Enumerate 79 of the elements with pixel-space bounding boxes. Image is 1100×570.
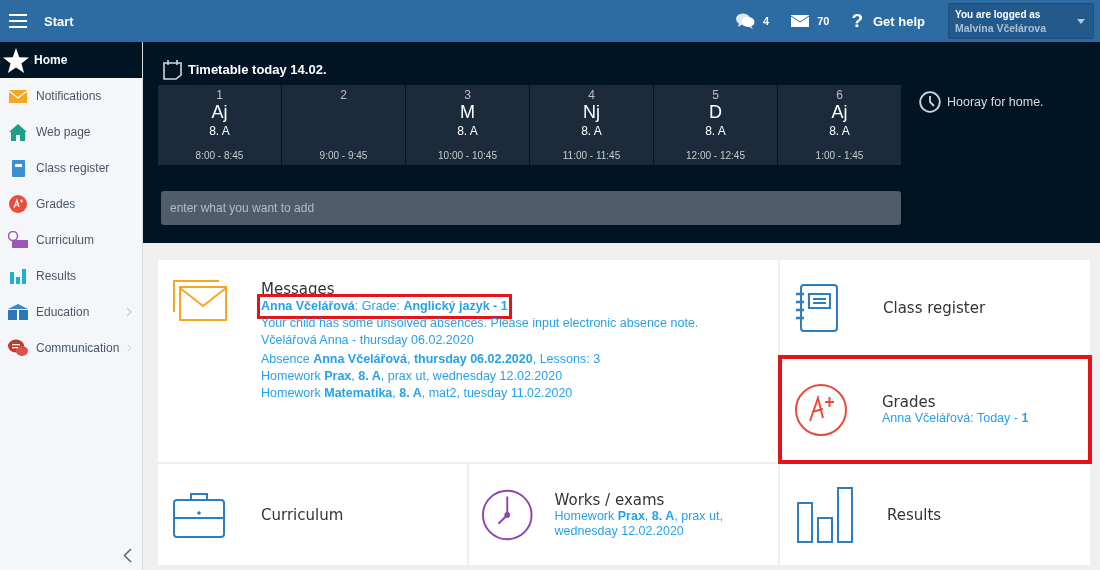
sidebar-item[interactable]: Communication xyxy=(0,330,142,366)
tile-title: Grades xyxy=(882,393,937,411)
envelope-icon xyxy=(173,280,227,322)
lesson-cell[interactable]: 3 M 8. A 10:00 - 10:45 xyxy=(406,85,529,165)
tile-title: Messages xyxy=(261,280,336,298)
lesson-class: 8. A xyxy=(581,124,602,138)
lesson-time: 10:00 - 10:45 xyxy=(438,150,497,161)
lesson-class: 8. A xyxy=(705,124,726,138)
lesson-subject: M xyxy=(460,102,475,122)
dashboard-tile[interactable]: Curriculum xyxy=(158,464,467,565)
chevron-icon xyxy=(127,343,132,353)
chevron-icon xyxy=(126,307,132,317)
lesson-time: 11:00 - 11:45 xyxy=(562,150,621,161)
tile-title: Class register xyxy=(883,298,986,317)
lesson-time: 8:00 - 8:45 xyxy=(195,150,244,161)
lesson-class: 8. A xyxy=(829,124,850,138)
add-field[interactable]: enter what you want to add xyxy=(161,191,901,225)
dashboard-tile[interactable]: Class register xyxy=(780,260,1090,355)
grade-icon xyxy=(8,195,28,213)
sidebar-item[interactable]: Home xyxy=(0,42,142,78)
house-icon xyxy=(8,123,28,141)
help-link[interactable]: ? Get help xyxy=(851,10,925,32)
bar-chart-icon xyxy=(8,268,28,284)
sidebar-item[interactable]: Results xyxy=(0,258,142,294)
clock-icon xyxy=(482,488,533,541)
dashboard-tile[interactable]: Results xyxy=(780,464,1090,565)
mail-icon[interactable] xyxy=(791,15,810,27)
lesson-subject: Aj xyxy=(211,102,228,122)
lesson-number: 6 xyxy=(836,88,843,102)
lesson-subject: D xyxy=(709,102,722,122)
lesson-cell[interactable]: 1 Aj 8. A 8:00 - 8:45 xyxy=(158,85,281,165)
lesson-cell[interactable]: 4 Nj 8. A 11:00 - 11:45 xyxy=(530,85,653,165)
menu-icon[interactable] xyxy=(9,14,27,28)
lesson-number: 4 xyxy=(588,88,595,102)
lesson-time: 1:00 - 1:45 xyxy=(815,150,864,161)
star-icon xyxy=(3,47,29,73)
sidebar-item[interactable]: Class register xyxy=(0,150,142,186)
user-name: Malvína Včelárova xyxy=(955,21,1048,34)
sidebar-item[interactable]: Education xyxy=(0,294,142,330)
chat-icon[interactable] xyxy=(736,13,755,29)
user-label: You are logged as xyxy=(955,8,1042,20)
lesson-cell[interactable]: 2 9:00 - 9:45 xyxy=(282,85,405,165)
caret-icon xyxy=(1077,18,1085,24)
timetable-note: Hooray for home. xyxy=(947,95,1044,109)
clock-icon xyxy=(919,91,941,113)
dashboard-tile[interactable]: Works / exams Homework Prax, 8. A, prax ut, wednesday 12.02.2020 xyxy=(469,464,778,565)
lesson-class: 8. A xyxy=(209,124,230,138)
timetable-title: Timetable today 14.02. xyxy=(188,61,327,77)
lesson-cell[interactable]: 5 D 8. A 12:00 - 12:45 xyxy=(654,85,777,165)
lesson-time: 9:00 - 9:45 xyxy=(319,150,368,161)
chat-bubbles-icon xyxy=(8,339,28,357)
sidebar-item[interactable]: Web page xyxy=(0,114,142,150)
tile-title: Curriculum xyxy=(261,505,344,524)
lesson-cell[interactable]: 6 Aj 8. A 1:00 - 1:45 xyxy=(778,85,901,165)
lesson-number: 3 xyxy=(464,88,471,102)
briefcase-icon xyxy=(173,491,225,538)
bar-chart-icon xyxy=(797,486,853,543)
tile-title: Results xyxy=(887,505,942,524)
lesson-time: 12:00 - 12:45 xyxy=(686,150,745,161)
sidebar-item[interactable]: Grades xyxy=(0,186,142,222)
calendar-icon xyxy=(163,58,182,80)
mail-count: 70 xyxy=(817,15,830,27)
chat-count: 4 xyxy=(763,15,770,27)
dashboard-tile[interactable]: Grades Anna Včelářová: Today - 1 xyxy=(780,357,1090,462)
tile-title: Works / exams xyxy=(554,490,666,509)
lesson-number: 1 xyxy=(216,88,223,102)
lesson-number: 5 xyxy=(712,88,719,102)
page-title: Start xyxy=(44,13,74,29)
lesson-subject: Aj xyxy=(831,102,848,122)
sidebar-item[interactable]: Curriculum xyxy=(0,222,142,258)
envelope-icon xyxy=(8,89,28,103)
lesson-class: 8. A xyxy=(457,124,478,138)
collapse-icon[interactable] xyxy=(123,548,132,563)
notebook-icon xyxy=(795,283,839,332)
lesson-number: 2 xyxy=(340,88,347,102)
user-menu[interactable]: You are logged as Malvína Včelárova xyxy=(948,3,1094,39)
lesson-subject: Nj xyxy=(583,102,600,122)
sidebar-item[interactable]: Notifications xyxy=(0,78,142,114)
grade-icon xyxy=(795,383,847,436)
